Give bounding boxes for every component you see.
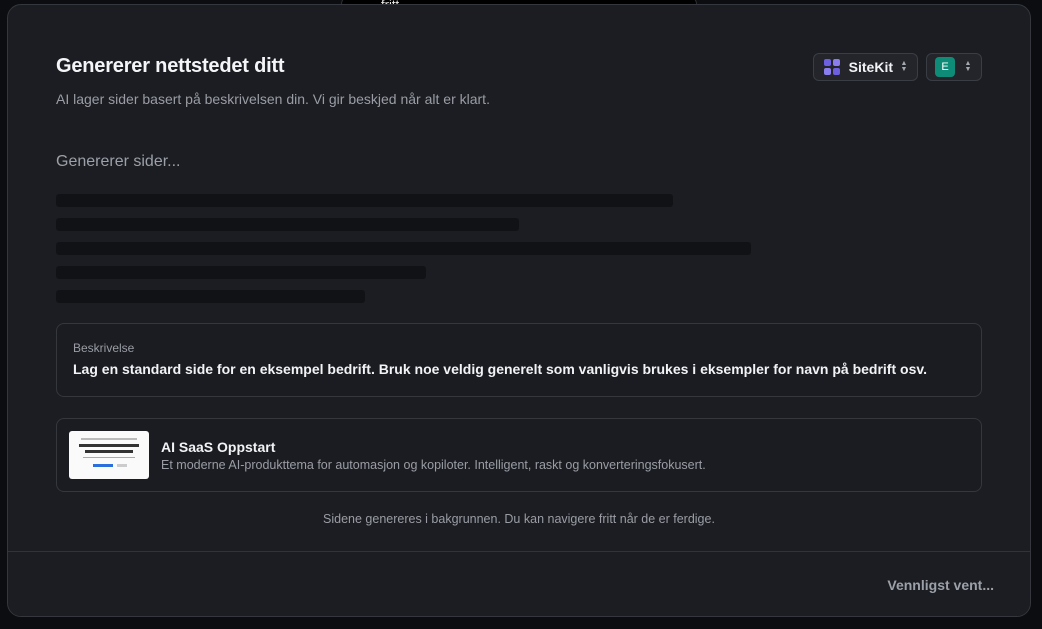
skeleton-line [56,290,365,303]
skeleton-line [56,242,751,255]
theme-card: AI SaaS Oppstart Et moderne AI-produktte… [56,418,982,492]
skeleton-line [56,266,426,279]
workspace-switcher[interactable]: SiteKit ▲ ▼ [812,53,918,81]
chevron-up-down-icon: ▲ ▼ [900,60,908,73]
user-switcher[interactable]: E ▲ ▼ [926,53,982,81]
avatar: E [935,57,955,77]
description-card: Beskrivelse Lag en standard side for en … [56,323,982,397]
page-subtitle: AI lager sider basert på beskrivelsen di… [56,91,490,107]
description-label: Beskrivelse [73,341,135,355]
background-note: Sidene genereres i bakgrunnen. Du kan na… [323,512,715,526]
modal-header: Genererer nettstedet ditt AI lager sider… [56,55,490,107]
please-wait-button: Vennligst vent... [887,577,994,593]
page-title: Genererer nettstedet ditt [56,55,285,77]
sitekit-logo-icon [823,59,840,75]
workspace-name: SiteKit [848,59,893,75]
chevron-up-down-icon: ▲ ▼ [964,60,972,73]
modal-footer: Vennligst vent... [8,551,1030,616]
generation-modal: Genererer nettstedet ditt AI lager sider… [7,4,1031,617]
skeleton-line [56,218,519,231]
theme-thumbnail [69,431,149,479]
skeleton-line [56,194,673,207]
header-controls: SiteKit ▲ ▼ E ▲ ▼ [812,53,982,81]
theme-description: Et moderne AI-produkttema for automasjon… [161,458,706,472]
generation-status: Genererer sider... [56,153,181,170]
theme-name: AI SaaS Oppstart [161,439,276,455]
description-text: Lag en standard side for en eksempel bed… [73,361,927,377]
